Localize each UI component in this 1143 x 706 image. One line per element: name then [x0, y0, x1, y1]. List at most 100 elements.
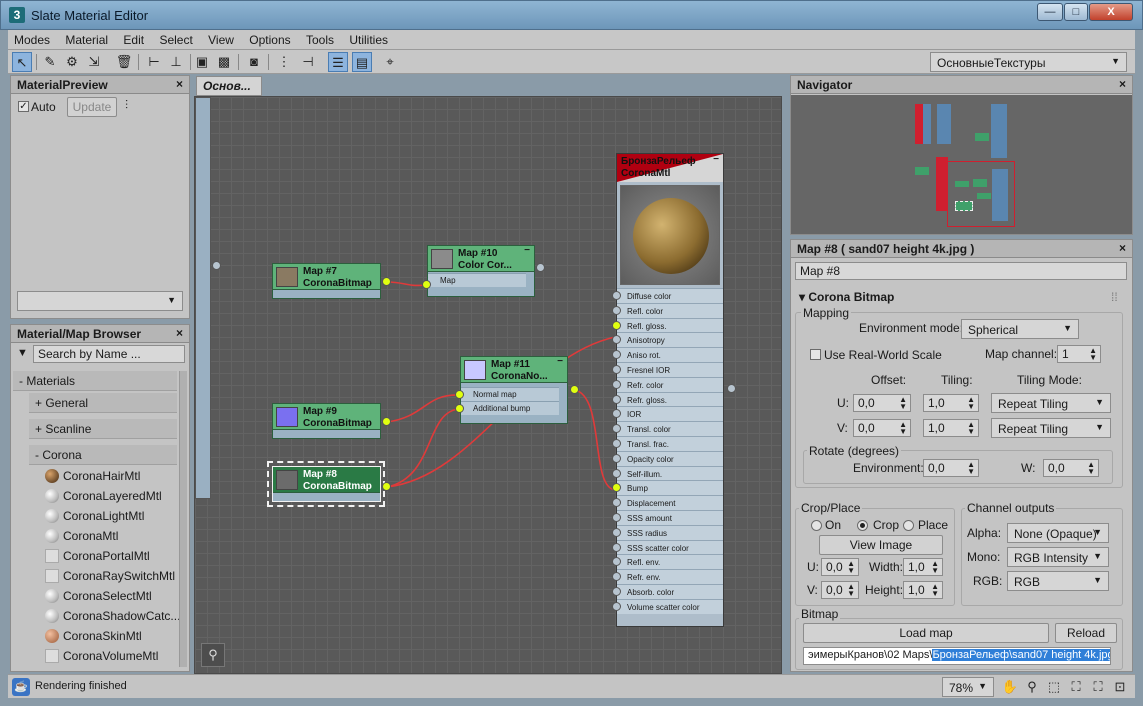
put-to-scene-icon[interactable]: ⚙	[62, 52, 82, 72]
list-item[interactable]: CoronaShadowCatc...	[41, 607, 189, 625]
input-socket[interactable]	[612, 439, 621, 448]
node-map11[interactable]: Map #11 CoronaNo... − Normal map Addition…	[460, 356, 568, 424]
input-socket[interactable]	[455, 390, 464, 399]
input-socket[interactable]	[455, 404, 464, 413]
binoculars-icon[interactable]: ⚲	[201, 643, 225, 667]
close-icon[interactable]: ×	[176, 326, 183, 340]
close-icon[interactable]: ×	[1119, 77, 1126, 91]
group-general[interactable]: + General	[29, 393, 177, 413]
minimize-icon[interactable]: −	[713, 154, 719, 165]
browser-search-input[interactable]: Search by Name ...	[33, 345, 185, 363]
preview-dropdown[interactable]: ▼	[17, 291, 183, 311]
layout-vertical-icon[interactable]: ⋮	[274, 52, 294, 72]
close-icon[interactable]: ×	[1119, 241, 1126, 255]
u-tiling-spinner[interactable]: 1,0 ▲ ▼	[923, 394, 979, 412]
crop-width-spinner[interactable]: 1,0 ▲ ▼	[903, 558, 943, 576]
navigator-viewport-rect[interactable]	[947, 161, 1015, 227]
output-socket[interactable]	[727, 384, 736, 393]
zoom-icon[interactable]: ⚲	[1022, 677, 1042, 697]
output-socket[interactable]	[382, 277, 391, 286]
maximize-button[interactable]: □	[1064, 3, 1088, 21]
view-layout-dropdown[interactable]: ОсновныеТекстуры ▼	[930, 52, 1127, 72]
output-socket[interactable]	[536, 263, 545, 272]
node-map10[interactable]: Map #10 Color Cor... − Map	[427, 245, 535, 297]
map-name-field[interactable]: Map #8	[795, 262, 1127, 280]
auto-checkbox[interactable]: ✓	[18, 101, 29, 112]
pan-to-selected-icon[interactable]: ⊡	[1110, 677, 1130, 697]
crop-v-spinner[interactable]: 0,0 ▲ ▼	[821, 581, 859, 599]
u-offset-spinner[interactable]: 0,0 ▲ ▼	[853, 394, 911, 412]
alpha-dropdown[interactable]: None (Opaque) ▼	[1007, 523, 1109, 543]
list-item[interactable]: CoronaMtl	[41, 527, 189, 545]
list-item[interactable]: CoronaSelectMtl	[41, 587, 189, 605]
node-map8[interactable]: Map #8 CoronaBitmap	[272, 466, 381, 502]
pan-icon[interactable]: ✋	[1000, 677, 1020, 697]
env-mode-dropdown[interactable]: Spherical ▼	[961, 319, 1079, 339]
zoom-dropdown[interactable]: 78% ▼	[942, 677, 994, 697]
v-offset-spinner[interactable]: 0,0 ▲ ▼	[853, 419, 911, 437]
input-socket[interactable]	[612, 542, 621, 552]
browser-options-icon[interactable]: ▼	[17, 347, 28, 359]
zoom-extents-selected-icon[interactable]: ⛶	[1088, 677, 1108, 697]
list-item[interactable]: CoronaLightMtl	[41, 507, 189, 525]
material-browser-icon[interactable]: ▤	[352, 52, 372, 72]
node-map9[interactable]: Map #9 CoronaBitmap	[272, 403, 381, 439]
input-socket[interactable]	[422, 280, 431, 289]
zoom-extents-icon[interactable]: ⛶	[1066, 677, 1086, 697]
input-socket[interactable]	[612, 394, 621, 404]
browser-scrollbar[interactable]	[179, 371, 187, 667]
eyedropper-icon[interactable]: ✎	[40, 52, 60, 72]
rollout-header[interactable]: ▾ Corona Bitmap	[799, 290, 894, 304]
output-socket[interactable]	[570, 385, 579, 394]
minimize-icon[interactable]: −	[524, 245, 530, 256]
sample-type-icon[interactable]: ◙	[244, 52, 264, 72]
list-item[interactable]: CoronaPortalMtl	[41, 547, 189, 565]
menu-edit[interactable]: Edit	[117, 30, 150, 47]
input-socket[interactable]	[612, 587, 621, 596]
list-item[interactable]: CoronaHairMtl	[41, 467, 189, 485]
layout-children-icon[interactable]: ⊣	[298, 52, 318, 72]
delete-icon[interactable]: 🗑	[114, 52, 134, 72]
background-icon[interactable]: ▩	[214, 52, 234, 72]
view-image-button[interactable]: View Image	[819, 535, 943, 555]
assign-material-icon[interactable]: ⇲	[84, 52, 104, 72]
input-socket[interactable]	[612, 453, 621, 463]
zoom-region-icon[interactable]: ⬚	[1044, 677, 1064, 697]
menu-material[interactable]: Material	[59, 30, 114, 47]
input-socket[interactable]	[612, 527, 621, 537]
move-children-icon[interactable]: ⊢	[144, 52, 164, 72]
group-corona[interactable]: - Corona	[29, 445, 177, 465]
v-tiling-spinner[interactable]: 1,0 ▲ ▼	[923, 419, 979, 437]
tab-view-1[interactable]: Основ...	[196, 76, 262, 96]
env-rotation-spinner[interactable]: 0,0 ▲ ▼	[923, 459, 979, 477]
output-socket[interactable]	[382, 417, 391, 426]
node-graph-view[interactable]: Map #7 CoronaBitmap Map #10 Color Cor... −…	[194, 96, 782, 674]
load-map-button[interactable]: Load map	[803, 623, 1049, 643]
place-radio[interactable]	[903, 520, 914, 531]
navigator-view[interactable]	[791, 95, 1132, 234]
minimize-icon[interactable]: −	[557, 356, 563, 367]
crop-height-spinner[interactable]: 1,0 ▲ ▼	[903, 581, 943, 599]
select-tool-icon[interactable]: ↖	[12, 52, 32, 72]
v-tiling-mode-dropdown[interactable]: Repeat Tiling ▼	[991, 418, 1111, 438]
list-item[interactable]: CoronaVolumeMtl	[41, 647, 189, 665]
rgb-dropdown[interactable]: RGB ▼	[1007, 571, 1109, 591]
input-socket[interactable]	[612, 379, 621, 389]
bitmap-path-input[interactable]: эимерыКранов\02 Maps\БронзаРельеф\sand07…	[803, 647, 1111, 665]
node-material-bronze[interactable]: БронзаРельеф CoronaMtl − Diffuse color Ref…	[612, 153, 724, 627]
crop-u-spinner[interactable]: 0,0 ▲ ▼	[821, 558, 859, 576]
input-socket[interactable]	[612, 513, 621, 522]
map-channel-spinner[interactable]: 1 ▲ ▼	[1057, 345, 1101, 363]
list-item[interactable]: CoronaSkinMtl	[41, 627, 189, 645]
real-world-scale-checkbox[interactable]	[810, 349, 821, 360]
u-tiling-mode-dropdown[interactable]: Repeat Tiling ▼	[991, 393, 1111, 413]
menu-select[interactable]: Select	[153, 30, 198, 47]
update-button[interactable]: Update	[67, 97, 117, 117]
reload-button[interactable]: Reload	[1055, 623, 1117, 643]
output-socket[interactable]	[382, 482, 391, 491]
input-socket[interactable]	[612, 601, 621, 611]
mono-dropdown[interactable]: RGB Intensity ▼	[1007, 547, 1109, 567]
menu-view[interactable]: View	[202, 30, 240, 47]
list-item[interactable]: CoronaRaySwitchMtl	[41, 567, 189, 585]
show-map-icon[interactable]: ▣	[192, 52, 212, 72]
